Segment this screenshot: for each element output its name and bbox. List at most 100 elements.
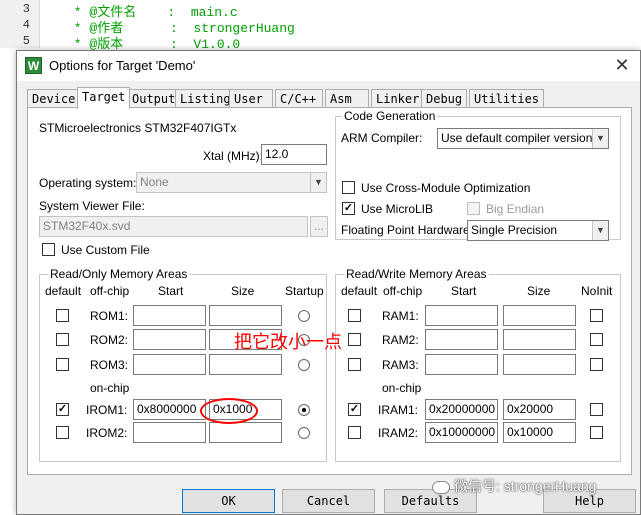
ram-header-default: default bbox=[341, 284, 378, 298]
rom-areas-group: Read/Only Memory Areas default off-chip … bbox=[39, 267, 327, 462]
rom2-default-checkbox[interactable] bbox=[56, 333, 69, 346]
ram-header-noinit: NoInit bbox=[581, 284, 613, 298]
rom-header-start: Start bbox=[158, 284, 184, 298]
ram1-start-input[interactable] bbox=[425, 305, 498, 326]
rom2-label: ROM2: bbox=[90, 333, 129, 347]
irom2-label: IROM2: bbox=[86, 426, 128, 440]
rom-group-title: Read/Only Memory Areas bbox=[48, 267, 190, 281]
fpu-value: Single Precision bbox=[471, 223, 558, 237]
ram3-noinit-checkbox[interactable] bbox=[590, 358, 603, 371]
irom1-default-checkbox[interactable]: ✓ bbox=[56, 403, 69, 416]
tab-user[interactable]: User bbox=[229, 89, 273, 107]
rom3-start-input[interactable] bbox=[133, 354, 206, 375]
rom3-size-input[interactable] bbox=[209, 354, 282, 375]
tab-linker[interactable]: Linker bbox=[371, 89, 425, 107]
code-generation-title: Code Generation bbox=[342, 109, 438, 123]
iram1-size-input[interactable]: 0x20000 bbox=[503, 399, 576, 420]
os-value: None bbox=[140, 175, 169, 189]
tab-output[interactable]: Output bbox=[127, 89, 181, 107]
rom3-default-checkbox[interactable] bbox=[56, 358, 69, 371]
watermark-text: 微信号: strongerHuang bbox=[454, 478, 597, 494]
os-label: Operating system: bbox=[39, 176, 137, 190]
iram1-start-input[interactable]: 0x20000000 bbox=[425, 399, 498, 420]
ram1-noinit-checkbox[interactable] bbox=[590, 309, 603, 322]
microlib-label: Use MicroLIB bbox=[361, 202, 434, 216]
keil-app-icon: W bbox=[25, 57, 42, 74]
ram3-size-input[interactable] bbox=[503, 354, 576, 375]
iram1-label: IRAM1: bbox=[378, 403, 419, 417]
tab-listing[interactable]: Listing bbox=[175, 89, 236, 107]
tab-debug[interactable]: Debug bbox=[421, 89, 468, 107]
irom1-startup-radio[interactable] bbox=[298, 404, 310, 416]
rom1-startup-radio[interactable] bbox=[298, 310, 310, 322]
os-select[interactable]: None ▼ bbox=[136, 172, 327, 193]
cancel-button[interactable]: Cancel bbox=[282, 489, 375, 513]
rom1-default-checkbox[interactable] bbox=[56, 309, 69, 322]
ram-onchip-label: on-chip bbox=[382, 381, 422, 395]
rom1-label: ROM1: bbox=[90, 309, 129, 323]
cross-module-label: Use Cross-Module Optimization bbox=[361, 181, 531, 195]
irom2-default-checkbox[interactable] bbox=[56, 426, 69, 439]
compiler-label: ARM Compiler: bbox=[341, 131, 423, 145]
ram2-noinit-checkbox[interactable] bbox=[590, 333, 603, 346]
microlib-checkbox[interactable]: ✓ bbox=[342, 202, 355, 215]
rom3-startup-radio[interactable] bbox=[298, 359, 310, 371]
irom1-start-input[interactable]: 0x8000000 bbox=[133, 399, 206, 420]
iram1-noinit-checkbox[interactable] bbox=[590, 403, 603, 416]
options-dialog: W Options for Target 'Demo' ✕ Device Tar… bbox=[16, 50, 641, 515]
big-endian-checkbox[interactable] bbox=[467, 202, 480, 215]
irom2-startup-radio[interactable] bbox=[298, 427, 310, 439]
iram2-noinit-checkbox[interactable] bbox=[590, 426, 603, 439]
dialog-title: Options for Target 'Demo' bbox=[49, 58, 196, 73]
rom2-start-input[interactable] bbox=[133, 329, 206, 350]
browse-button[interactable]: ... bbox=[310, 216, 328, 237]
ram1-label: RAM1: bbox=[382, 309, 419, 323]
code-editor: 3 * @文件名 : main.c 4 * @作者 : strongerHuan… bbox=[0, 0, 641, 52]
irom2-size-input[interactable] bbox=[209, 422, 282, 443]
cross-module-checkbox[interactable] bbox=[342, 181, 355, 194]
rom3-label: ROM3: bbox=[90, 358, 129, 372]
rom1-size-input[interactable] bbox=[209, 305, 282, 326]
wechat-icon bbox=[432, 480, 450, 494]
fpu-select[interactable]: Single Precision ▼ bbox=[467, 220, 609, 241]
iram1-default-checkbox[interactable]: ✓ bbox=[348, 403, 361, 416]
tab-device[interactable]: Device bbox=[27, 89, 81, 107]
iram2-size-input[interactable]: 0x10000 bbox=[503, 422, 576, 443]
iram2-default-checkbox[interactable] bbox=[348, 426, 361, 439]
use-custom-file-checkbox[interactable] bbox=[42, 243, 55, 256]
ram1-size-input[interactable] bbox=[503, 305, 576, 326]
rom-header-default: default bbox=[45, 284, 82, 298]
ram-group-title: Read/Write Memory Areas bbox=[344, 267, 489, 281]
line-number: 5 bbox=[22, 34, 30, 48]
device-name: STMicroelectronics STM32F407IGTx bbox=[39, 121, 237, 135]
tab-c-cpp[interactable]: C/C++ bbox=[275, 89, 323, 107]
tab-asm[interactable]: Asm bbox=[325, 89, 369, 107]
viewer-file-input[interactable]: STM32F40x.svd bbox=[39, 216, 308, 237]
ram2-size-input[interactable] bbox=[503, 329, 576, 350]
big-endian-label: Big Endian bbox=[486, 202, 545, 216]
ram2-default-checkbox[interactable] bbox=[348, 333, 361, 346]
xtal-input[interactable]: 12.0 bbox=[261, 144, 327, 165]
ram2-label: RAM2: bbox=[382, 333, 419, 347]
rom-onchip-label: on-chip bbox=[90, 381, 130, 395]
tab-utilities[interactable]: Utilities bbox=[469, 89, 545, 107]
ram-areas-group: Read/Write Memory Areas default off-chip… bbox=[335, 267, 621, 462]
irom2-start-input[interactable] bbox=[133, 422, 206, 443]
rom1-start-input[interactable] bbox=[133, 305, 206, 326]
viewer-label: System Viewer File: bbox=[39, 199, 145, 213]
ram1-default-checkbox[interactable] bbox=[348, 309, 361, 322]
ram-header-size: Size bbox=[527, 284, 551, 298]
compiler-select[interactable]: Use default compiler version 5 ▼ bbox=[437, 128, 609, 149]
line-number: 3 bbox=[22, 2, 30, 16]
ok-button[interactable]: OK bbox=[182, 489, 275, 513]
iram2-start-input[interactable]: 0x10000000 bbox=[425, 422, 498, 443]
close-icon[interactable]: ✕ bbox=[612, 55, 632, 75]
ram3-default-checkbox[interactable] bbox=[348, 358, 361, 371]
ram3-start-input[interactable] bbox=[425, 354, 498, 375]
irom1-label: IROM1: bbox=[86, 403, 128, 417]
ram2-start-input[interactable] bbox=[425, 329, 498, 350]
tab-target[interactable]: Target bbox=[77, 87, 131, 109]
rom-header-startup: Startup bbox=[285, 284, 324, 298]
target-tab-panel: STMicroelectronics STM32F407IGTx Xtal (M… bbox=[27, 107, 632, 475]
annotation-text: 把它改小一点 bbox=[234, 332, 342, 352]
